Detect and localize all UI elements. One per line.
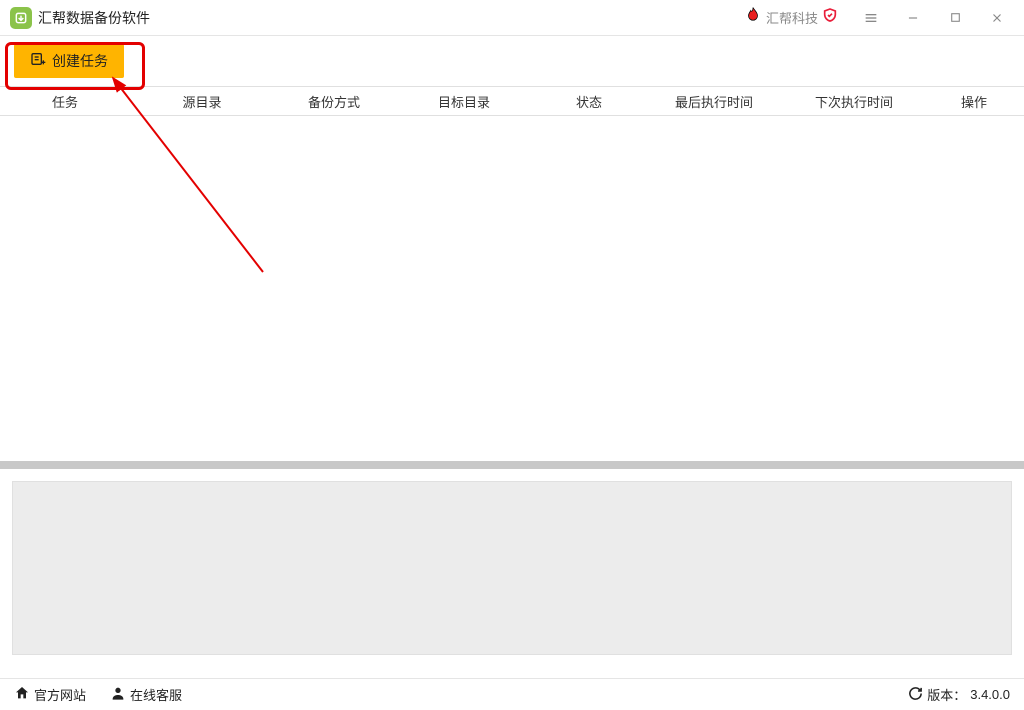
refresh-icon bbox=[908, 686, 923, 704]
column-header-next-exec-time[interactable]: 下次执行时间 bbox=[784, 92, 924, 111]
column-header-task[interactable]: 任务 bbox=[0, 92, 130, 111]
column-header-status[interactable]: 状态 bbox=[534, 92, 644, 111]
create-task-button[interactable]: 创建任务 bbox=[14, 44, 124, 78]
version-info[interactable]: 版本： 3.4.0.0 bbox=[908, 685, 1010, 704]
version-value: 3.4.0.0 bbox=[970, 687, 1010, 702]
column-header-source-dir[interactable]: 源目录 bbox=[130, 92, 274, 111]
bottom-panel bbox=[0, 469, 1024, 667]
official-site-label: 官方网站 bbox=[34, 685, 86, 704]
home-icon bbox=[14, 685, 30, 704]
minimize-button[interactable] bbox=[896, 3, 930, 33]
list-add-icon bbox=[30, 51, 46, 71]
column-header-backup-mode[interactable]: 备份方式 bbox=[274, 92, 394, 111]
brand[interactable]: 汇帮科技 bbox=[744, 6, 838, 29]
titlebar-right: 汇帮科技 bbox=[744, 3, 1014, 33]
online-support-label: 在线客服 bbox=[130, 685, 182, 704]
panel-separator[interactable] bbox=[0, 461, 1024, 469]
support-icon bbox=[110, 685, 126, 704]
column-header-actions[interactable]: 操作 bbox=[924, 92, 1024, 111]
column-header-last-exec-time[interactable]: 最后执行时间 bbox=[644, 92, 784, 111]
statusbar-left: 官方网站 在线客服 bbox=[14, 685, 908, 704]
app-icon bbox=[10, 7, 32, 29]
flame-icon bbox=[744, 6, 762, 29]
column-header-target-dir[interactable]: 目标目录 bbox=[394, 92, 534, 111]
statusbar: 官方网站 在线客服 版本： 3.4.0.0 bbox=[0, 678, 1024, 710]
shield-icon bbox=[822, 7, 838, 28]
official-site-link[interactable]: 官方网站 bbox=[14, 685, 86, 704]
brand-text: 汇帮科技 bbox=[766, 8, 818, 27]
maximize-button[interactable] bbox=[938, 3, 972, 33]
table-header: 任务 源目录 备份方式 目标目录 状态 最后执行时间 下次执行时间 操作 bbox=[0, 86, 1024, 116]
create-task-label: 创建任务 bbox=[52, 51, 108, 71]
close-button[interactable] bbox=[980, 3, 1014, 33]
titlebar-left: 汇帮数据备份软件 bbox=[10, 7, 744, 29]
task-list-area bbox=[0, 116, 1024, 461]
online-support-link[interactable]: 在线客服 bbox=[110, 685, 182, 704]
log-box bbox=[12, 481, 1012, 655]
toolbar: 创建任务 bbox=[0, 36, 1024, 86]
app-title: 汇帮数据备份软件 bbox=[38, 8, 150, 28]
menu-button[interactable] bbox=[854, 3, 888, 33]
version-label: 版本： bbox=[927, 685, 966, 704]
titlebar: 汇帮数据备份软件 汇帮科技 bbox=[0, 0, 1024, 36]
